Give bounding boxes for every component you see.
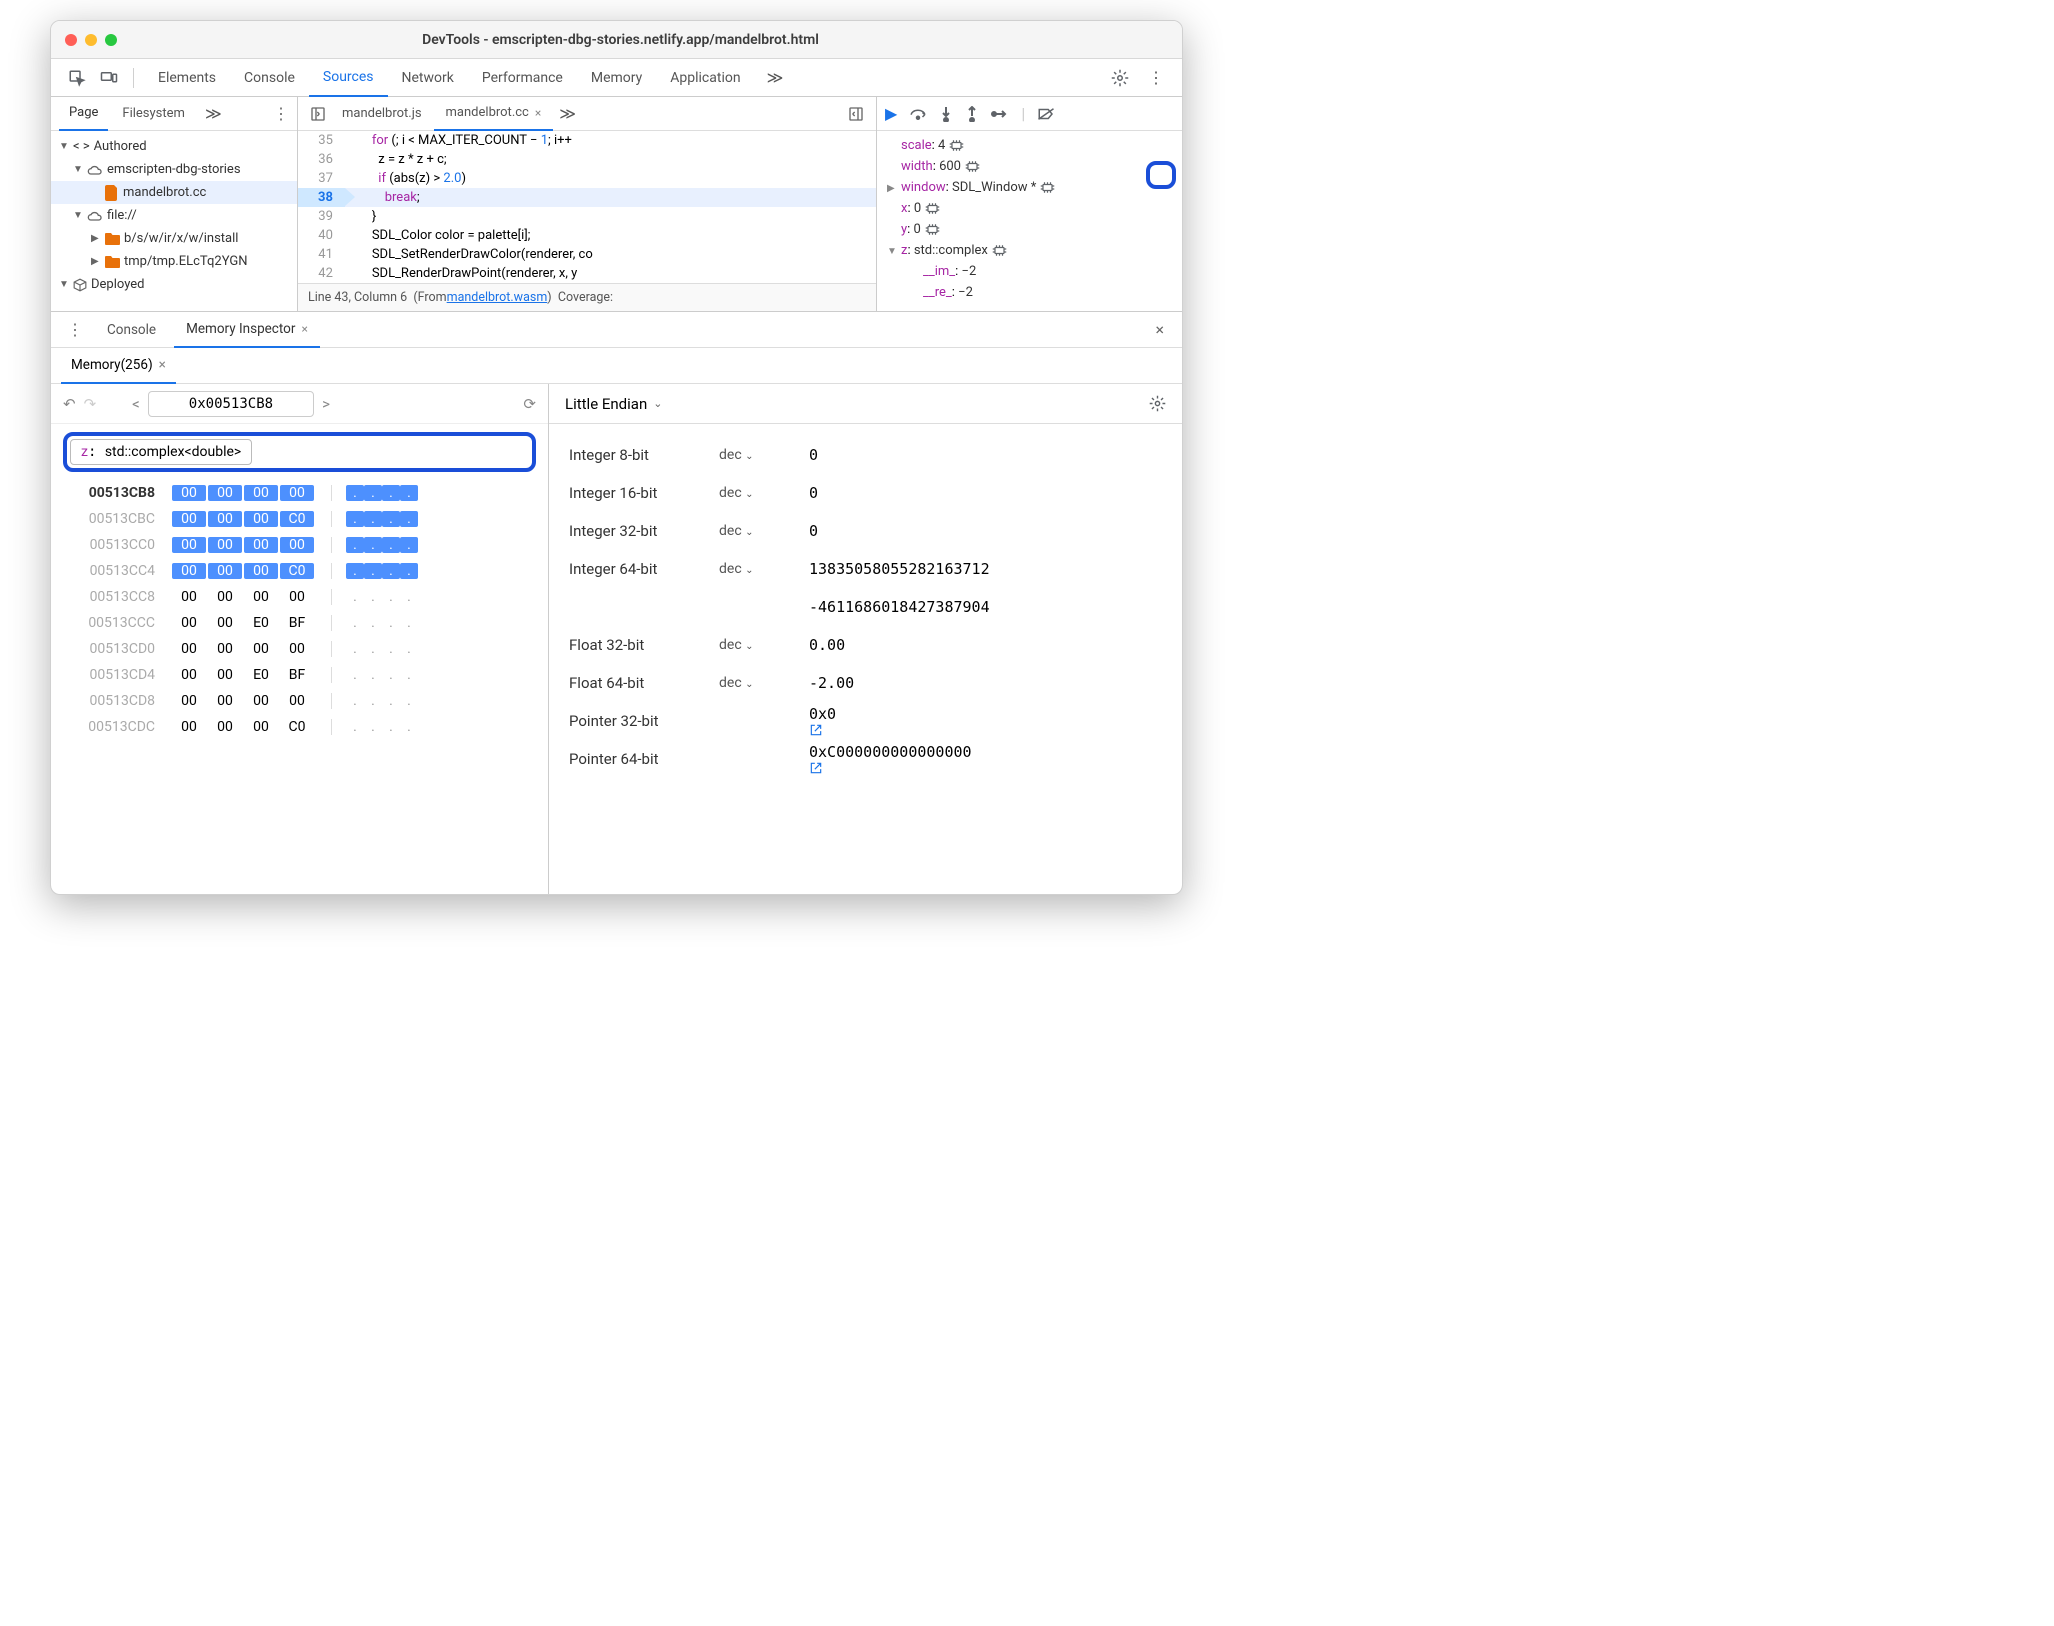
minimize-window[interactable] [85, 34, 97, 46]
deploy-icon [73, 278, 87, 292]
step-into-icon[interactable] [939, 106, 953, 122]
tab-console[interactable]: Console [230, 59, 309, 97]
settings-icon[interactable] [1149, 395, 1166, 412]
memory-toolbar: ↶ ↷ < 0x00513CB8 > ⟳ [51, 384, 548, 424]
filesystem-tab[interactable]: Filesystem [112, 97, 195, 131]
debug-controls: ▶ | [877, 97, 1182, 131]
memory-inspector: ↶ ↷ < 0x00513CB8 > ⟳ z: std::complex<dou… [51, 384, 1182, 894]
endianness-selector[interactable]: Little Endian⌄ [549, 384, 1182, 424]
memory-icon[interactable] [965, 160, 980, 173]
interpreted-values: Integer 8-bitdec ⌄0Integer 16-bitdec ⌄0I… [549, 424, 1182, 790]
folder-icon [105, 256, 120, 268]
hex-grid[interactable]: 00513CB800000000....00513CBC000000C0....… [51, 480, 548, 752]
prev-page-icon[interactable]: < [132, 395, 140, 413]
tab-performance[interactable]: Performance [468, 59, 577, 97]
tab-sources[interactable]: Sources [309, 59, 388, 97]
undo-icon[interactable]: ↶ [63, 395, 76, 413]
file-tree[interactable]: ▼< >Authored ▼emscripten-dbg-stories man… [51, 131, 297, 300]
navigator-pane: Page Filesystem ≫ ⋮ ▼< >Authored ▼emscri… [51, 97, 298, 311]
external-link-icon[interactable] [809, 761, 978, 775]
more-tabs[interactable]: ≫ [759, 68, 792, 87]
tab-mandelbrot-cc[interactable]: mandelbrot.cc× [434, 97, 554, 131]
memory-256-tab[interactable]: Memory(256)× [61, 348, 176, 384]
show-nav-icon[interactable] [306, 102, 330, 126]
more-nav-tabs[interactable]: ≫ [199, 104, 228, 123]
editor-status: Line 43, Column 6 (From mandelbrot.wasm)… [298, 283, 876, 311]
object-chip[interactable]: z: std::complex<double> [70, 439, 252, 465]
page-tab[interactable]: Page [59, 97, 108, 131]
kebab-icon[interactable]: ⋮ [1142, 64, 1170, 92]
memory-icon[interactable] [949, 139, 964, 152]
step-out-icon[interactable] [965, 106, 979, 122]
memory-inspector-tab[interactable]: Memory Inspector× [174, 312, 320, 348]
step-icon[interactable] [991, 108, 1009, 120]
cloud-icon [87, 210, 103, 222]
resume-icon[interactable]: ▶ [885, 104, 897, 123]
close-icon[interactable]: × [301, 322, 307, 336]
address-input[interactable]: 0x00513CB8 [148, 391, 314, 417]
close-window[interactable] [65, 34, 77, 46]
window-controls [65, 34, 117, 46]
show-debug-icon[interactable] [844, 102, 868, 126]
main-tab-bar: ElementsConsoleSourcesNetworkPerformance… [51, 59, 1182, 97]
wasm-link[interactable]: mandelbrot.wasm [447, 290, 548, 305]
close-drawer-icon[interactable]: × [1147, 320, 1172, 339]
folder-icon [105, 233, 120, 245]
line-gutter: 3536373839404142 [298, 131, 345, 283]
format-select[interactable]: dec ⌄ [719, 485, 809, 501]
kebab-icon[interactable]: ⋮ [273, 104, 289, 123]
inspect-icon[interactable] [63, 64, 91, 92]
device-icon[interactable] [95, 64, 123, 92]
redo-icon[interactable]: ↷ [84, 395, 97, 413]
console-tab[interactable]: Console [95, 312, 168, 348]
cloud-icon [87, 164, 103, 176]
drawer-tab-bar: ⋮ Console Memory Inspector× × [51, 312, 1182, 348]
deactivate-bp-icon[interactable] [1037, 107, 1055, 121]
maximize-window[interactable] [105, 34, 117, 46]
scope-variables[interactable]: scale: 4width: 600▶window: SDL_Window *x… [877, 131, 1182, 307]
code-content[interactable]: for (; i < MAX_ITER_COUNT − 1; i++ z = z… [345, 131, 876, 283]
format-select[interactable]: dec ⌄ [719, 523, 809, 539]
tab-network[interactable]: Network [388, 59, 468, 97]
value-interpreter: Little Endian⌄ Integer 8-bitdec ⌄0Intege… [549, 384, 1182, 894]
format-select[interactable]: dec ⌄ [719, 637, 809, 653]
format-select[interactable]: dec ⌄ [719, 561, 809, 577]
memory-subtabs: Memory(256)× [51, 348, 1182, 384]
memory-icon[interactable] [925, 202, 940, 215]
hex-viewer: ↶ ↷ < 0x00513CB8 > ⟳ z: std::complex<dou… [51, 384, 549, 894]
code-editor: mandelbrot.js mandelbrot.cc× ≫ 353637383… [298, 97, 877, 311]
top-area: Page Filesystem ≫ ⋮ ▼< >Authored ▼emscri… [51, 97, 1182, 312]
brackets-icon: < > [73, 139, 90, 154]
memory-icon[interactable] [992, 244, 1007, 257]
format-select[interactable]: dec ⌄ [719, 447, 809, 463]
tab-mandelbrot-js[interactable]: mandelbrot.js [330, 97, 434, 131]
tab-memory[interactable]: Memory [577, 59, 656, 97]
object-chip-highlight: z: std::complex<double> [63, 432, 536, 472]
kebab-icon[interactable]: ⋮ [61, 320, 89, 339]
memory-icon[interactable] [925, 223, 940, 236]
close-icon[interactable]: × [159, 357, 166, 373]
tab-elements[interactable]: Elements [144, 59, 230, 97]
devtools-window: DevTools - emscripten-dbg-stories.netlif… [50, 20, 1183, 895]
settings-icon[interactable] [1106, 64, 1134, 92]
debugger-pane: ▶ | scale: 4width: 600▶window: SDL_Windo… [877, 97, 1182, 311]
file-icon [105, 185, 119, 201]
memory-icon[interactable] [1040, 181, 1055, 194]
close-tab-icon[interactable]: × [535, 106, 541, 120]
more-code-tabs[interactable]: ≫ [553, 104, 582, 123]
next-page-icon[interactable]: > [322, 395, 330, 413]
external-link-icon[interactable] [809, 723, 842, 737]
format-select[interactable]: dec ⌄ [719, 675, 809, 691]
window-title: DevTools - emscripten-dbg-stories.netlif… [133, 32, 1108, 48]
titlebar: DevTools - emscripten-dbg-stories.netlif… [51, 21, 1182, 59]
tab-application[interactable]: Application [656, 59, 754, 97]
refresh-icon[interactable]: ⟳ [523, 395, 536, 413]
step-over-icon[interactable] [909, 107, 927, 121]
